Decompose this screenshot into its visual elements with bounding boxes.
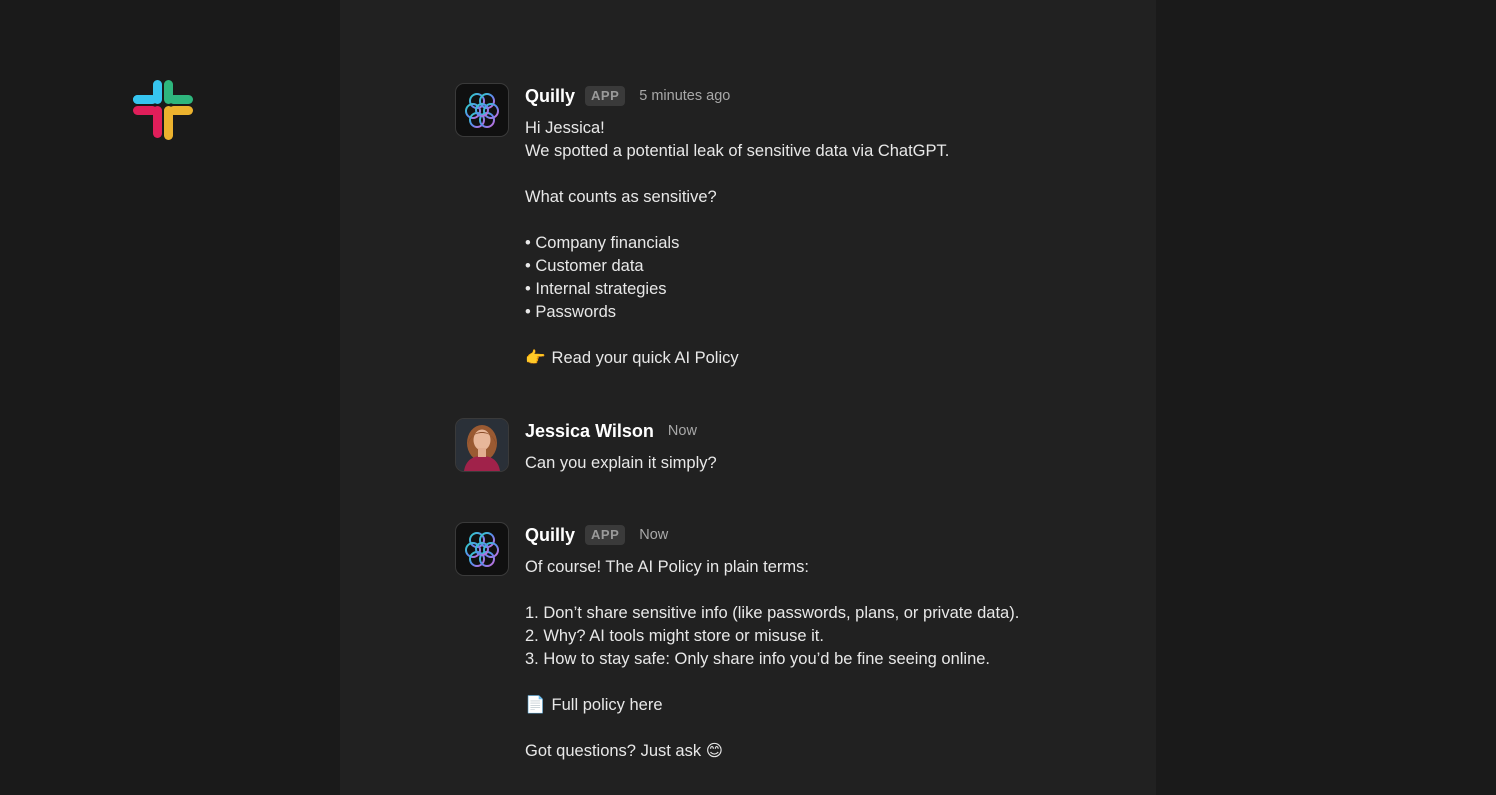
full-policy-link[interactable]: 📄 Full policy here	[525, 694, 1095, 717]
message-line: What counts as sensitive?	[525, 188, 717, 206]
quilly-logo-icon	[465, 532, 499, 567]
sender-name[interactable]: Jessica Wilson	[525, 421, 654, 442]
message-line: We spotted a potential leak of sensitive…	[525, 142, 950, 160]
numbered-item: 3. How to stay safe: Only share info you…	[525, 650, 991, 668]
sender-name[interactable]: Quilly	[525, 86, 575, 107]
message-text: Can you explain it simply?	[525, 452, 1095, 475]
slack-logo	[131, 78, 195, 142]
message-line: Hi Jessica!	[525, 119, 605, 137]
message-line: Can you explain it simply?	[525, 454, 717, 472]
numbered-item: 1. Don’t share sensitive info (like pass…	[525, 604, 1020, 622]
bullet-item: • Company financials	[525, 234, 680, 252]
message-line: Got questions? Just ask 😊	[525, 740, 1095, 763]
app-badge: APP	[585, 525, 626, 545]
message-timestamp[interactable]: 5 minutes ago	[639, 88, 730, 104]
message-text: Of course! The AI Policy in plain terms:…	[525, 556, 1095, 763]
ai-policy-link-text[interactable]: Read your quick AI Policy	[552, 349, 739, 367]
message-line: Of course! The AI Policy in plain terms:	[525, 558, 809, 576]
user-avatar[interactable]	[455, 418, 509, 472]
message-timestamp[interactable]: Now	[639, 527, 668, 543]
user-photo-icon	[456, 419, 508, 471]
quilly-avatar[interactable]	[455, 522, 509, 576]
quilly-avatar[interactable]	[455, 83, 509, 137]
numbered-item: 2. Why? AI tools might store or misuse i…	[525, 627, 824, 645]
message-text: Hi Jessica! We spotted a potential leak …	[525, 117, 1095, 370]
slack-icon	[133, 80, 193, 140]
closing-text: Got questions? Just ask	[525, 742, 702, 760]
sender-name[interactable]: Quilly	[525, 525, 575, 546]
message-timestamp[interactable]: Now	[668, 423, 697, 439]
document-icon: 📄	[525, 696, 546, 714]
full-policy-link-text[interactable]: Full policy here	[552, 696, 663, 714]
smile-icon: 😊	[705, 742, 723, 760]
quilly-logo-icon	[465, 93, 499, 128]
app-badge: APP	[585, 86, 626, 106]
pointing-hand-icon: 👉	[525, 349, 546, 367]
ai-policy-link[interactable]: 👉 Read your quick AI Policy	[525, 347, 1095, 370]
bullet-item: • Customer data	[525, 257, 644, 275]
bullet-item: • Passwords	[525, 303, 617, 321]
bullet-item: • Internal strategies	[525, 280, 667, 298]
